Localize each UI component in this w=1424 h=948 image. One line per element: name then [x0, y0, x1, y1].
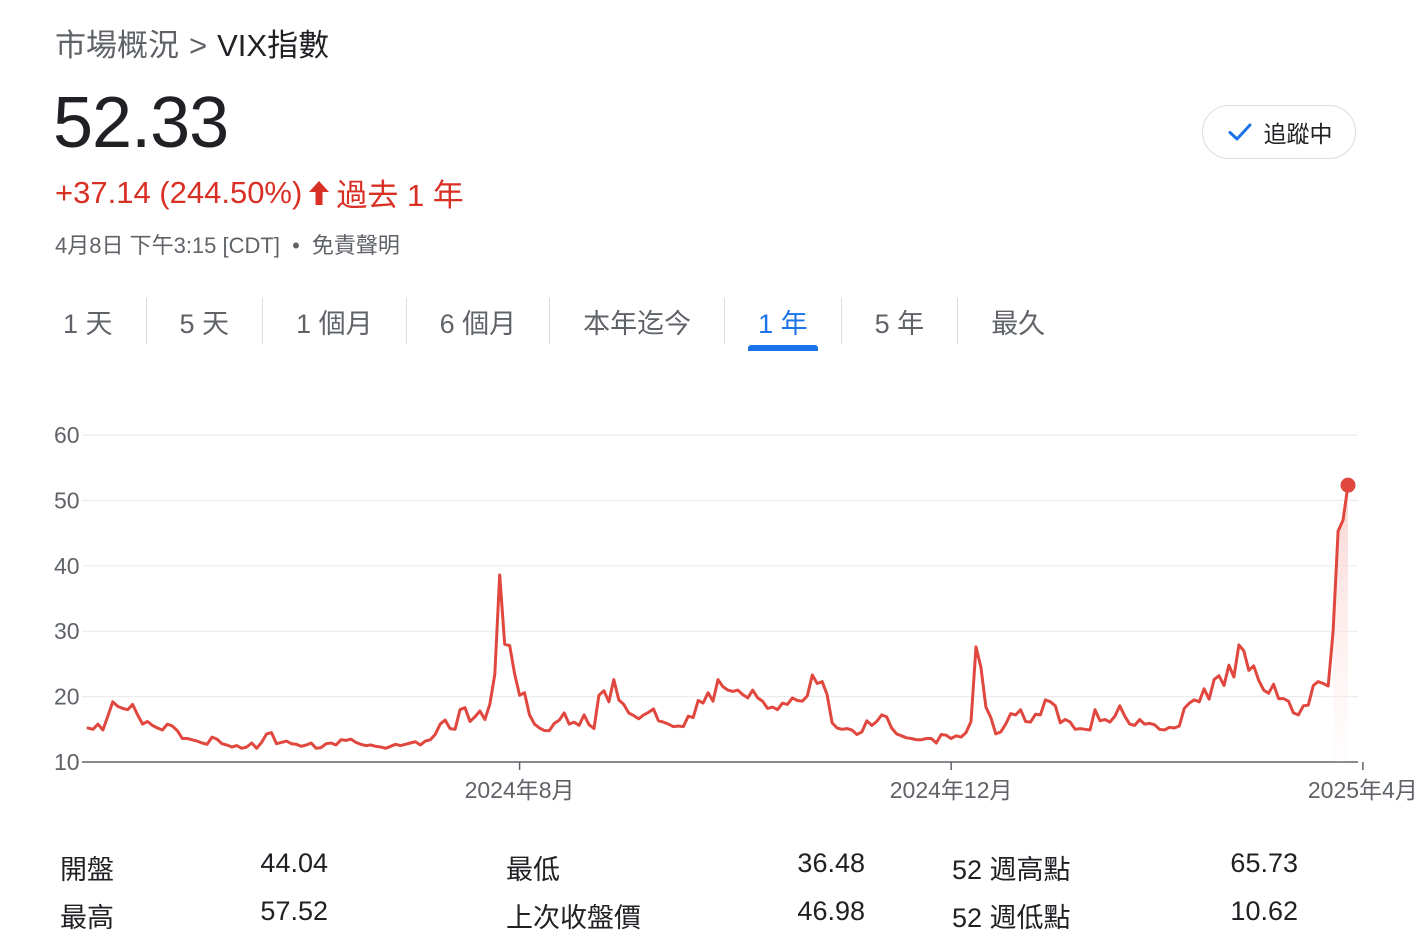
tab-label: 6 個月: [439, 308, 517, 339]
stat-value-high: 57.52: [260, 896, 328, 926]
breadcrumb: 市場概況 > VIX指數: [55, 20, 329, 65]
tab-1-month[interactable]: 1 個月: [273, 296, 396, 346]
stat-label-open: 開盤: [60, 855, 114, 885]
tab-divider: [262, 298, 264, 344]
stat-label-52w-low: 52 週低點: [952, 903, 1071, 933]
stat-label-low: 最低: [506, 855, 560, 885]
breadcrumb-market-overview[interactable]: 市場概況: [55, 28, 179, 63]
stat-label-prev-close: 上次收盤價: [506, 903, 641, 933]
tab-divider: [549, 298, 551, 344]
breadcrumb-current: VIX指數: [217, 28, 330, 63]
price-change-period: 過去 1 年: [336, 178, 464, 213]
quote-timestamp: 4月8日 下午3:15 [CDT]: [55, 233, 280, 258]
series-line-vix: [86, 483, 1350, 750]
y-tick-label: 50: [54, 487, 80, 513]
price-change-value: +37.14 (244.50%): [55, 174, 303, 210]
x-tick-label: 2024年8月: [465, 777, 575, 803]
y-tick-label: 20: [54, 684, 80, 710]
tab-5-day[interactable]: 5 天: [157, 296, 253, 346]
disclaimer-link[interactable]: 免責聲明: [312, 233, 400, 258]
stat-value-52w-low: 10.62: [1230, 896, 1298, 926]
x-tick-label: 2025年4月: [1308, 777, 1418, 803]
time-range-tabs: 1 天 5 天 1 個月 6 個月 本年迄今 1 年 5 年 最久: [40, 296, 1068, 346]
tab-1-year[interactable]: 1 年: [735, 296, 831, 346]
follow-button-label: 追蹤中: [1263, 121, 1333, 147]
tab-1-day[interactable]: 1 天: [40, 296, 136, 346]
tab-5-year[interactable]: 5 年: [852, 296, 948, 346]
tab-divider: [957, 298, 959, 344]
stat-value-open: 44.04: [260, 848, 328, 878]
current-price: 52.33: [53, 83, 229, 163]
tab-label: 1 年: [758, 308, 808, 339]
tab-label: 本年迄今: [583, 308, 692, 339]
check-icon: [1228, 123, 1251, 141]
x-tick-label: 2024年12月: [890, 777, 1013, 803]
stat-label-high: 最高: [60, 903, 114, 933]
tab-label: 1 天: [63, 308, 113, 339]
price-change: +37.14 (244.50%) 過去 1 年: [55, 170, 464, 215]
tab-divider: [724, 298, 726, 344]
y-tick-label: 10: [54, 749, 80, 775]
follow-button[interactable]: 追蹤中: [1202, 105, 1356, 159]
tab-label: 最久: [991, 308, 1046, 339]
meta-separator: •: [292, 233, 300, 258]
y-tick-label: 30: [54, 618, 80, 644]
tab-divider: [145, 298, 147, 344]
price-chart[interactable]: 60 50 40 30 20 10 2024年8月 2024年12月 2025年4月: [0, 400, 1424, 820]
stat-value-52w-high: 65.73: [1230, 848, 1298, 878]
stat-label-52w-high: 52 週高點: [952, 855, 1071, 885]
breadcrumb-separator: >: [189, 28, 208, 63]
quote-meta: 4月8日 下午3:15 [CDT] • 免責聲明: [55, 228, 400, 260]
tab-max[interactable]: 最久: [968, 296, 1068, 346]
stat-value-prev-close: 46.98: [797, 896, 865, 926]
arrow-up-icon: [309, 180, 330, 205]
stats-row: 開盤 44.04 最低 36.48 52 週高點 65.73: [60, 848, 1360, 888]
tab-label: 5 天: [179, 308, 230, 339]
stats-row: 最高 57.52 上次收盤價 46.98 52 週低點 10.62: [60, 896, 1360, 936]
tab-ytd[interactable]: 本年迄今: [560, 296, 714, 346]
y-tick-label: 60: [54, 422, 80, 448]
stat-value-low: 36.48: [797, 848, 865, 878]
y-tick-label: 40: [54, 553, 80, 579]
tab-divider: [405, 298, 407, 344]
tab-label: 1 個月: [296, 308, 373, 339]
tab-label: 5 年: [874, 308, 925, 339]
series-end-point: [1340, 477, 1356, 493]
tab-divider: [840, 298, 842, 344]
tab-6-month[interactable]: 6 個月: [417, 296, 540, 346]
